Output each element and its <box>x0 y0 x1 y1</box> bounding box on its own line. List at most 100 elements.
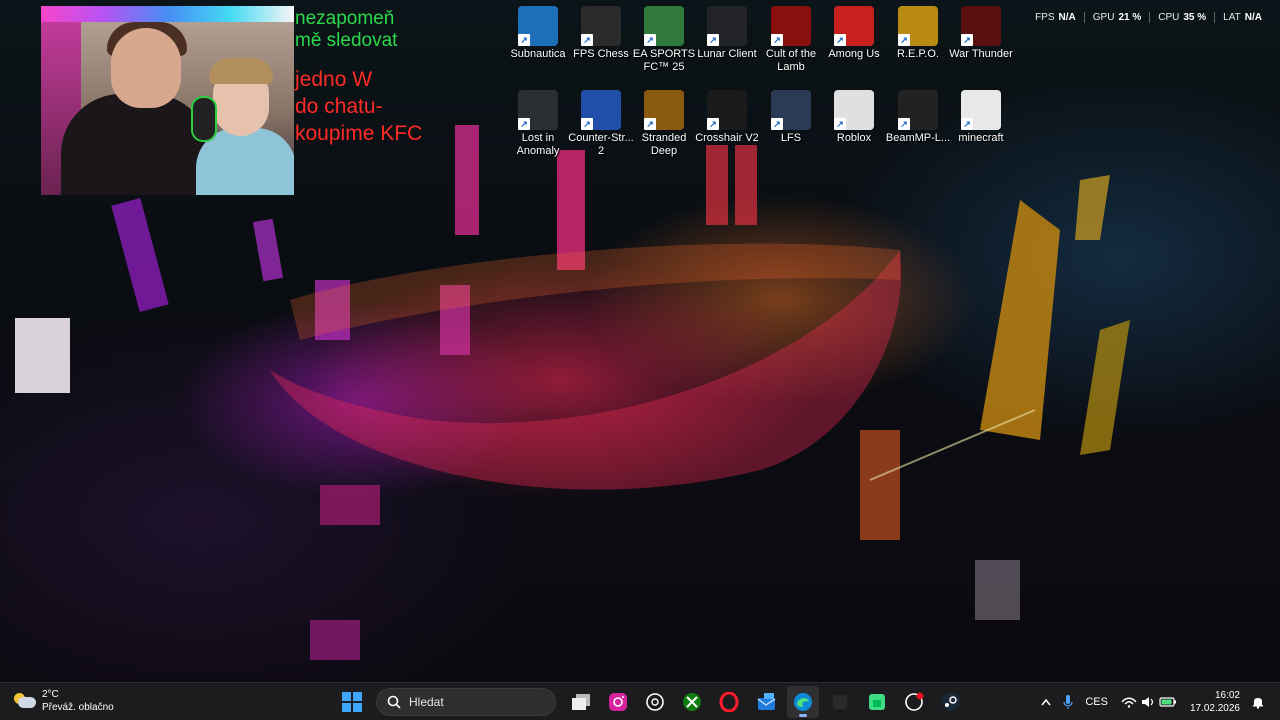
desktop-icon[interactable]: ↗ Lost in Anomaly <box>505 90 571 158</box>
shortcut-arrow-icon: ↗ <box>961 34 973 46</box>
desktop-icon[interactable]: ↗ BeamMP-L... <box>885 90 951 145</box>
desktop-icon-label: Subnautica <box>510 48 566 60</box>
outlook-icon <box>757 693 775 710</box>
android-app[interactable] <box>861 686 893 718</box>
chevron-up-icon <box>1041 698 1051 706</box>
crosshair-icon: ↗ <box>707 90 747 130</box>
steam-app[interactable] <box>935 686 967 718</box>
shortcut-arrow-icon: ↗ <box>771 34 783 46</box>
perf-cpu: CPU 35 % <box>1149 12 1214 23</box>
opera-app[interactable] <box>713 686 745 718</box>
performance-overlay: FPS N/A GPU 21 % CPU 35 % LAT N/A <box>1027 12 1270 23</box>
webcam-overlay <box>41 6 294 195</box>
start-button[interactable] <box>336 686 368 718</box>
war-thunder-icon: ↗ <box>961 6 1001 46</box>
desktop-icon[interactable]: ↗ Roblox <box>821 90 887 145</box>
microphone <box>191 96 217 142</box>
desktop-icon[interactable]: ↗ R.E.P.O. <box>885 6 951 61</box>
network-volume-battery[interactable] <box>1120 694 1178 710</box>
opera-icon <box>719 692 738 712</box>
streamer-face <box>111 28 181 108</box>
weather-widget[interactable]: 2°C Převáž. oblačno <box>14 688 114 714</box>
desktop-icon[interactable]: ↗ Stranded Deep <box>631 90 697 158</box>
stranded-deep-icon: ↗ <box>644 90 684 130</box>
led-strip <box>41 6 294 22</box>
shortcut-arrow-icon: ↗ <box>707 118 719 130</box>
show-hidden-icons-button[interactable] <box>1041 698 1051 706</box>
desktop-icon[interactable]: ↗ Lunar Client <box>694 6 760 61</box>
shortcut-arrow-icon: ↗ <box>961 118 973 130</box>
shortcut-arrow-icon: ↗ <box>898 118 910 130</box>
desktop-icon-label: LFS <box>780 132 802 144</box>
edge-app[interactable] <box>786 686 819 718</box>
shortcut-arrow-icon: ↗ <box>581 118 593 130</box>
shortcut-arrow-icon: ↗ <box>834 34 846 46</box>
desktop-icon[interactable]: ↗ War Thunder <box>948 6 1014 61</box>
shortcut-arrow-icon: ↗ <box>834 118 846 130</box>
roblox-icon: ↗ <box>834 90 874 130</box>
desktop-icon-label: Stranded Deep <box>641 132 687 157</box>
steam-icon <box>941 693 960 711</box>
windows-logo-icon <box>341 692 362 712</box>
notifications-button[interactable] <box>1252 695 1264 709</box>
weather-description: Převáž. oblačno <box>42 702 114 713</box>
streamer-body <box>61 94 211 195</box>
taskbar-apps: Hledat <box>333 686 969 718</box>
desktop-icon[interactable]: ↗ Counter-Str... 2 <box>568 90 634 158</box>
task-view-button[interactable] <box>565 686 597 718</box>
desktop-icon-label: Lunar Client <box>697 48 757 60</box>
guest-hair <box>209 58 273 84</box>
desktop-icon-label: EA SPORTS FC™ 25 <box>632 48 696 73</box>
counter-strike-icon: ↗ <box>581 90 621 130</box>
desktop-icon[interactable]: ↗ Among Us <box>821 6 887 61</box>
network-volume-battery-icons <box>1121 697 1176 708</box>
chat-line-1: jedno W <box>295 68 373 91</box>
desktop-icon[interactable]: ↗ LFS <box>758 90 824 145</box>
system-tray: CES 16:02 17.02.2026 <box>1035 683 1270 720</box>
shortcut-arrow-icon: ↗ <box>581 34 593 46</box>
microphone-tray[interactable] <box>1063 694 1073 710</box>
perf-fps: FPS N/A <box>1035 12 1076 23</box>
hidden-app[interactable] <box>824 686 856 718</box>
chatgpt-icon <box>645 693 664 711</box>
shortcut-arrow-icon: ↗ <box>707 34 719 46</box>
chatgpt-app[interactable] <box>639 686 671 718</box>
discord-app[interactable] <box>898 686 930 718</box>
taskbar: 2°C Převáž. oblačno Hledat CES 16:02 17.… <box>0 682 1280 720</box>
desktop-icon[interactable]: ↗ Subnautica <box>505 6 571 61</box>
ea-fc25-icon: ↗ <box>644 6 684 46</box>
desktop-icon-label: Crosshair V2 <box>695 132 759 144</box>
instagram-app[interactable] <box>602 686 634 718</box>
desktop-icon[interactable]: ↗ FPS Chess <box>568 6 634 61</box>
perf-lat: LAT N/A <box>1214 12 1270 23</box>
instagram-icon <box>608 693 627 711</box>
lunar-client-icon: ↗ <box>707 6 747 46</box>
taskbar-search[interactable]: Hledat <box>376 688 556 716</box>
fps-chess-icon: ↗ <box>581 6 621 46</box>
outlook-app[interactable] <box>750 686 782 718</box>
desktop-icon[interactable]: ↗ minecraft <box>948 90 1014 145</box>
shortcut-arrow-icon: ↗ <box>518 118 530 130</box>
beammp-icon: ↗ <box>898 90 938 130</box>
android-icon <box>868 694 885 710</box>
lost-in-anomaly-icon: ↗ <box>518 90 558 130</box>
cult-of-the-lamb-icon: ↗ <box>771 6 811 46</box>
subnautica-icon: ↗ <box>518 6 558 46</box>
desktop-icon-label: Lost in Anomaly <box>516 132 560 157</box>
shortcut-arrow-icon: ↗ <box>644 34 656 46</box>
language-indicator[interactable]: CES <box>1085 696 1108 708</box>
follow-line-2: mě sledovat <box>295 30 398 51</box>
clock-time: 16:02 <box>1214 690 1240 701</box>
chat-line-3: koupime KFC <box>295 122 423 145</box>
partly-cloudy-icon <box>14 693 36 709</box>
clock[interactable]: 16:02 17.02.2026 <box>1190 689 1240 715</box>
desktop-icon-label: Among Us <box>828 48 880 60</box>
desktop-icon[interactable]: ↗ Cult of the Lamb <box>758 6 824 74</box>
chat-line-2: do chatu- <box>295 95 383 118</box>
xbox-app[interactable] <box>676 686 708 718</box>
desktop-icon-label: Counter-Str... 2 <box>568 132 634 157</box>
minecraft-icon: ↗ <box>961 90 1001 130</box>
desktop-icon[interactable]: ↗ EA SPORTS FC™ 25 <box>631 6 697 74</box>
desktop-icon[interactable]: ↗ Crosshair V2 <box>694 90 760 145</box>
search-placeholder: Hledat <box>409 695 444 709</box>
